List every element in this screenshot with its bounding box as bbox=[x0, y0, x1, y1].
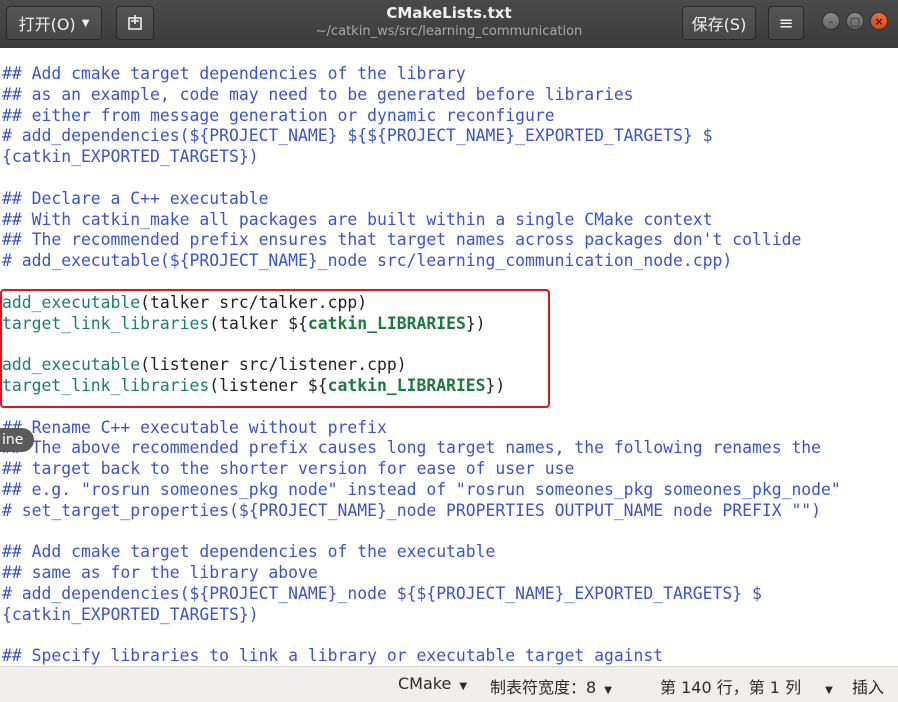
language-selector[interactable]: CMake ▼ bbox=[398, 674, 467, 693]
code-line: # add_executable(${PROJECT_NAME}_node sr… bbox=[2, 251, 733, 271]
cmake-variable: catkin_LIBRARIES bbox=[327, 376, 486, 395]
overlay-tag: ine bbox=[0, 428, 34, 452]
cmake-command: add_executable bbox=[2, 355, 141, 375]
code-line: add_executable(talker src/talker.cpp) bbox=[2, 292, 367, 313]
code-line: target_link_libraries(talker ${catkin_LI… bbox=[2, 313, 486, 334]
code-line: ## Add cmake target dependencies of the … bbox=[2, 542, 496, 562]
code-line: ## The recommended prefix ensures that t… bbox=[2, 230, 802, 250]
code-line: target_link_libraries(listener ${catkin_… bbox=[2, 375, 505, 396]
tab-width-selector[interactable]: 制表符宽度：8 ▼ bbox=[490, 674, 612, 698]
code-text: (listener ${ bbox=[209, 376, 328, 395]
code-line: ## either from message generation or dyn… bbox=[2, 105, 555, 125]
code-line: # add_dependencies(${PROJECT_NAME} ${${P… bbox=[2, 126, 713, 146]
code-line: ## With catkin_make all packages are bui… bbox=[2, 209, 713, 229]
text-editor[interactable]: ## Add cmake target dependencies of the … bbox=[0, 48, 898, 666]
cmake-variable: catkin_LIBRARIES bbox=[307, 313, 466, 333]
code-text: }) bbox=[485, 376, 506, 395]
code-line: ## Add cmake target dependencies of the … bbox=[2, 64, 466, 83]
chevron-down-icon: ▼ bbox=[825, 685, 833, 696]
code-line: ## as an example, code may need to be ge… bbox=[2, 84, 634, 104]
chevron-down-icon: ▼ bbox=[459, 681, 468, 692]
code-line: ## Rename C++ executable without prefix bbox=[2, 417, 387, 437]
code-line: ## Specify libraries to link a library o… bbox=[2, 646, 664, 666]
cmake-command: target_link_libraries bbox=[2, 376, 210, 395]
close-icon[interactable]: × bbox=[870, 12, 888, 30]
tab-width-label: 制表符宽度：8 bbox=[490, 678, 597, 697]
code-line: ## The above recommended prefix causes l… bbox=[2, 438, 822, 458]
minimize-icon[interactable]: – bbox=[822, 12, 840, 30]
code-line: ## target back to the shorter version fo… bbox=[2, 459, 575, 479]
code-line: ## Declare a C++ executable bbox=[2, 188, 269, 208]
insert-mode-indicator: 插入 bbox=[852, 678, 885, 697]
cursor-position-selector[interactable]: 第 140 行，第 1 列 ▼ bbox=[660, 674, 833, 698]
code-line: add_executable(listener src/listener.cpp… bbox=[2, 354, 407, 375]
code-line: ## same as for the library above bbox=[2, 563, 318, 583]
cursor-position-label: 第 140 行，第 1 列 bbox=[660, 678, 802, 697]
status-bar: CMake ▼ 制表符宽度：8 ▼ 第 140 行，第 1 列 ▼ 插入 bbox=[0, 666, 898, 702]
language-label: CMake bbox=[398, 674, 452, 693]
header-bar: 打开(O) ▼ CMakeLists.txt ~/catkin_ws/src/l… bbox=[0, 0, 898, 48]
code-text: }) bbox=[465, 313, 486, 333]
menu-button[interactable]: ≡ bbox=[768, 6, 804, 40]
file-path: ~/catkin_ws/src/learning_communication bbox=[315, 24, 583, 39]
code-text: (talker src/talker.cpp) bbox=[140, 292, 368, 312]
code-line: {catkin_EXPORTED_TARGETS}) bbox=[2, 604, 259, 624]
code-text: (listener src/listener.cpp) bbox=[140, 355, 407, 375]
code-text: (talker ${ bbox=[209, 313, 308, 333]
window-title: CMakeLists.txt bbox=[386, 4, 512, 22]
code-line: {catkin_EXPORTED_TARGETS}) bbox=[2, 147, 259, 167]
code-line: # add_dependencies(${PROJECT_NAME}_node … bbox=[2, 584, 762, 603]
maximize-icon[interactable]: □ bbox=[846, 12, 864, 30]
chevron-down-icon: ▼ bbox=[604, 685, 612, 696]
cmake-command: target_link_libraries bbox=[2, 313, 210, 333]
cmake-command: add_executable bbox=[2, 292, 141, 312]
code-line: ## e.g. "rosrun someones_pkg node" inste… bbox=[2, 480, 841, 499]
save-button[interactable]: 保存(S) bbox=[682, 6, 756, 40]
hamburger-menu-icon: ≡ bbox=[778, 12, 794, 34]
code-line: # set_target_properties(${PROJECT_NAME}_… bbox=[2, 500, 822, 520]
